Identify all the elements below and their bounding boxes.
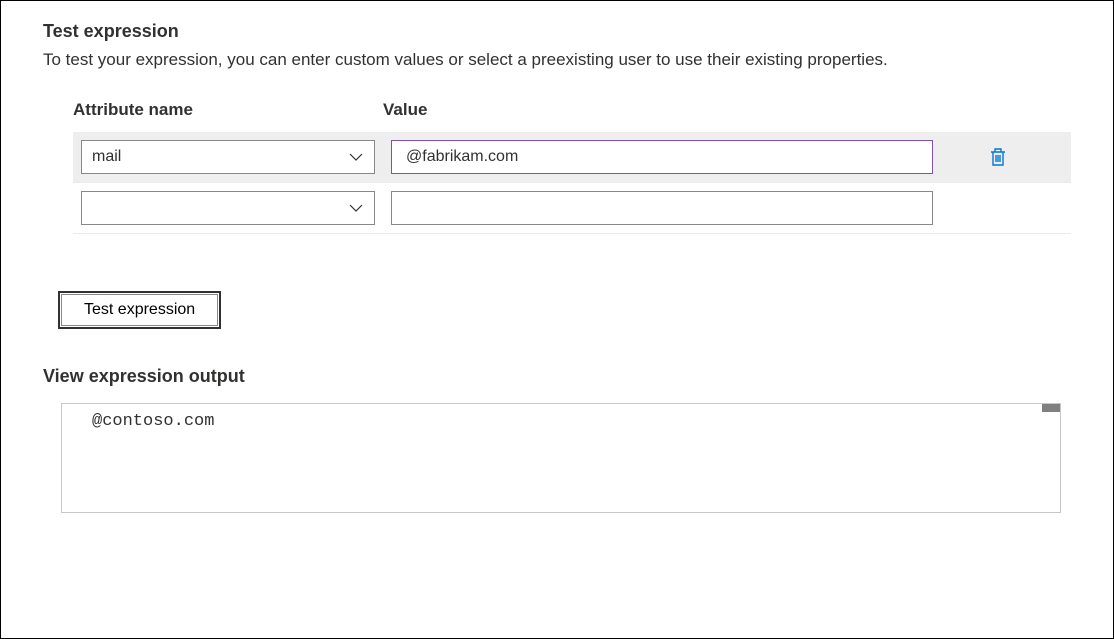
header-attribute-name: Attribute name <box>73 100 383 120</box>
table-row: mail <box>73 132 1071 183</box>
trash-icon[interactable] <box>989 147 1009 167</box>
output-textarea[interactable]: @contoso.com <box>61 403 1061 513</box>
value-input[interactable] <box>391 140 933 174</box>
header-value: Value <box>383 100 943 120</box>
attribute-dropdown[interactable] <box>81 191 375 225</box>
chevron-down-icon <box>348 200 364 216</box>
value-input[interactable] <box>391 191 933 225</box>
delete-cell <box>933 147 1065 167</box>
table-headers: Attribute name Value <box>73 100 1071 132</box>
section-description: To test your expression, you can enter c… <box>43 50 1071 70</box>
dropdown-selected-value: mail <box>92 148 348 166</box>
test-expression-button[interactable]: Test expression <box>61 294 218 326</box>
output-title: View expression output <box>43 366 1071 387</box>
output-value: @contoso.com <box>92 412 214 431</box>
chevron-down-icon <box>348 149 364 165</box>
attribute-dropdown[interactable]: mail <box>81 140 375 174</box>
section-title: Test expression <box>43 21 1071 42</box>
attribute-table: Attribute name Value mail <box>43 100 1071 234</box>
scrollbar[interactable] <box>1042 404 1060 412</box>
table-row <box>73 183 1071 234</box>
